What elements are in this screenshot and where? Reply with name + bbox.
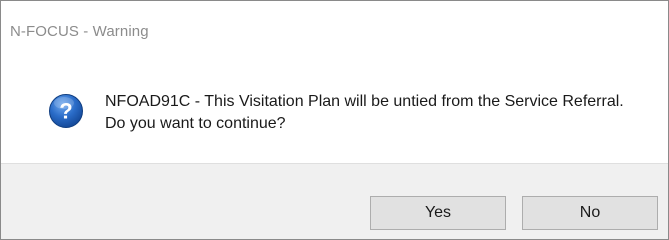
dialog-titlebar[interactable]: N-FOCUS - Warning — [1, 1, 668, 53]
dialog-button-bar: Yes No — [1, 163, 668, 239]
yes-button[interactable]: Yes — [370, 196, 506, 230]
dialog-message: NFOAD91C - This Visitation Plan will be … — [105, 93, 624, 132]
warning-dialog: N-FOCUS - Warning ? NFOAD91C - This Visi… — [0, 0, 669, 240]
question-icon: ? — [49, 94, 83, 128]
dialog-title: N-FOCUS - Warning — [10, 23, 149, 40]
svg-text:?: ? — [59, 99, 72, 124]
no-button[interactable]: No — [522, 196, 658, 230]
dialog-content: ? NFOAD91C - This Visitation Plan will b… — [1, 53, 668, 163]
